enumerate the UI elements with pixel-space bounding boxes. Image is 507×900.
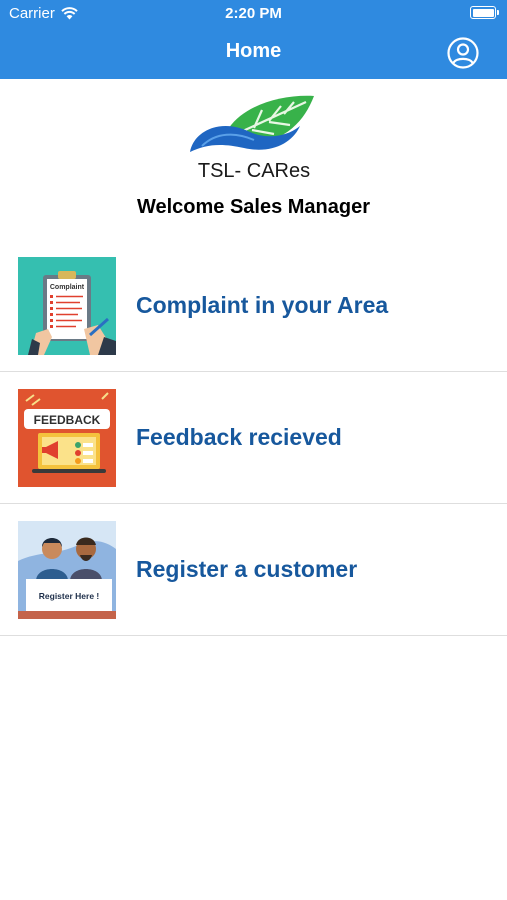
leaf-hand-icon: [190, 95, 314, 152]
complaint-thumbnail: Complaint: [18, 257, 116, 355]
user-circle-icon: [447, 37, 479, 69]
feedback-thumbnail: FEEDBACK: [18, 389, 116, 487]
menu-item-feedback[interactable]: FEEDBACK Feedback recieved: [0, 372, 507, 504]
status-bar: Carrier 2:20 PM: [0, 0, 507, 28]
welcome-message: Welcome Sales Manager: [136, 196, 371, 218]
menu-item-register[interactable]: Register Here ! Register a customer: [0, 504, 507, 636]
page-title: Home: [225, 40, 282, 62]
status-time: 2:20 PM: [225, 5, 282, 22]
profile-button[interactable]: [446, 36, 480, 70]
app-logo: TSL- CARes: [184, 92, 324, 188]
battery-icon: [470, 6, 499, 19]
menu-item-label: Complaint in your Area: [136, 292, 389, 318]
register-thumbnail: Register Here !: [18, 521, 116, 619]
menu-list: Complaint Complaint in your Area FEEDBAC…: [0, 240, 507, 636]
menu-item-complaint[interactable]: Complaint Complaint in your Area: [0, 240, 507, 372]
feedback-image-text: FEEDBACK: [34, 413, 101, 427]
logo-text: TSL- CARes: [197, 160, 311, 182]
complaint-image-text: Complaint: [50, 284, 85, 291]
menu-item-label: Register a customer: [136, 556, 358, 582]
register-image-text: Register Here !: [39, 591, 100, 601]
navigation-bar: Carrier 2:20 PM Home: [0, 0, 507, 79]
menu-item-label: Feedback recieved: [136, 424, 342, 450]
